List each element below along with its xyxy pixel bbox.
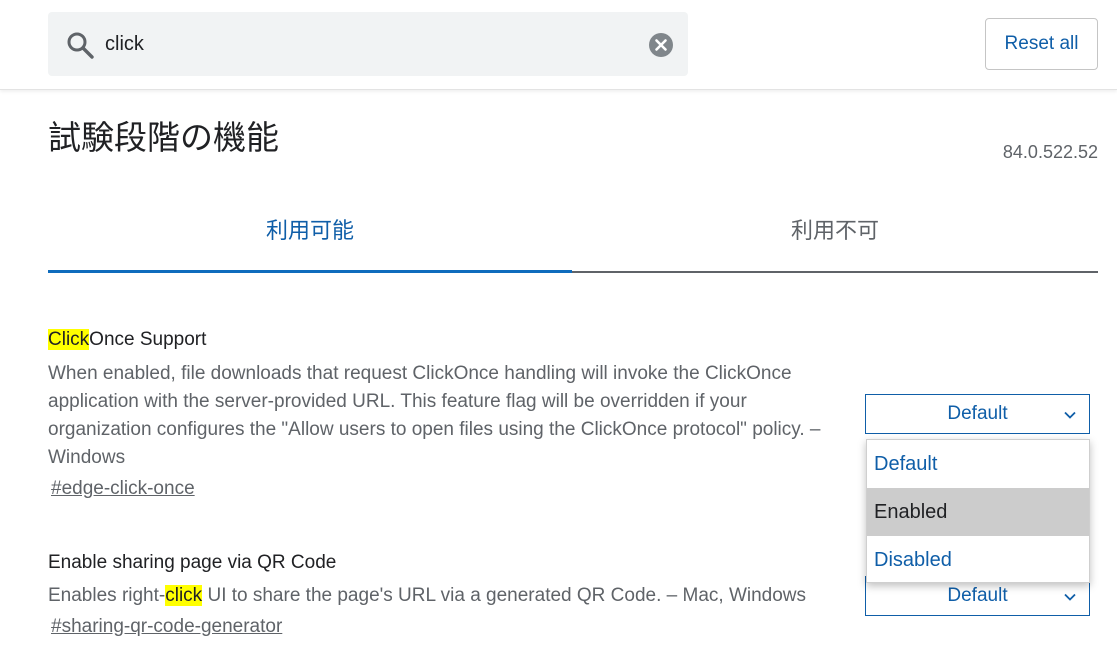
dropdown-option-default[interactable]: Default [867, 440, 1089, 488]
tab-available[interactable]: 利用可能 [48, 214, 572, 250]
tab-unavailable[interactable]: 利用不可 [572, 214, 1098, 250]
dropdown-option-disabled[interactable]: Disabled [867, 536, 1089, 584]
flag-link-qr-code[interactable]: #sharing-qr-code-generator [51, 615, 282, 639]
clear-icon[interactable] [648, 32, 674, 58]
flag-select-clickonce[interactable]: Default [865, 394, 1090, 434]
page-title: 試験段階の機能 [48, 118, 279, 157]
flag-title-qr-code: Enable sharing page via QR Code [48, 552, 337, 573]
flag-description-qr-code: Enables right-click UI to share the page… [48, 582, 848, 610]
desc-before: Enables right- [48, 585, 166, 606]
search-highlight: Click [48, 329, 90, 350]
select-value: Default [947, 403, 1008, 424]
search-highlight: click [165, 585, 203, 606]
flag-title-rest: Once Support [89, 329, 207, 350]
flag-title-clickonce: ClickOnce Support [48, 328, 206, 352]
desc-after: UI to share the page's URL via a generat… [202, 585, 807, 606]
chevron-down-icon [1064, 411, 1076, 419]
search-input[interactable]: click [105, 31, 144, 57]
tab-divider [572, 271, 1098, 273]
chevron-down-icon [1064, 593, 1076, 601]
flag-description-clickonce: When enabled, file downloads that reques… [48, 363, 821, 468]
dropdown-option-enabled[interactable]: Enabled [867, 488, 1089, 536]
flag-dropdown-clickonce: Default Enabled Disabled [866, 439, 1090, 583]
reset-all-button[interactable]: Reset all [985, 18, 1098, 70]
select-value: Default [947, 585, 1008, 606]
flag-link-clickonce[interactable]: #edge-click-once [51, 477, 195, 501]
search-icon [67, 32, 94, 59]
search-box[interactable]: click [48, 12, 688, 76]
header-bar: click Reset all [0, 0, 1117, 90]
tab-active-indicator [48, 270, 572, 273]
version-label: 84.0.522.52 [1002, 142, 1098, 162]
